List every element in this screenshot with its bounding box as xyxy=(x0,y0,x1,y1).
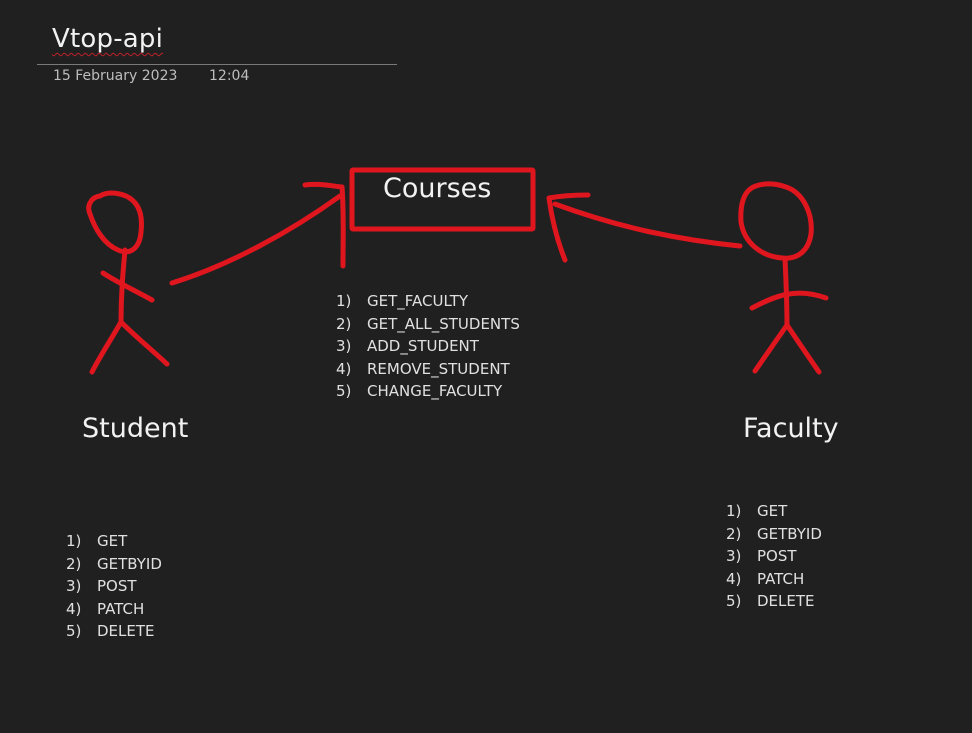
student-to-courses-arrow xyxy=(169,181,346,286)
list-item: 4) REMOVE_STUDENT xyxy=(336,359,510,378)
student-endpoint-list: 1) GET 2) GETBYID 3) POST 4) PATCH 5) DELETE xyxy=(66,530,162,643)
list-item: 4) PATCH xyxy=(66,599,145,618)
list-item: 1) GET_FACULTY xyxy=(336,292,469,310)
faculty-right-leg xyxy=(784,322,822,375)
student-label: Student xyxy=(82,413,189,444)
student-head xyxy=(86,190,144,255)
faculty-to-courses-arrow xyxy=(546,192,743,263)
student-arrow-shaft xyxy=(169,193,343,286)
student-stick-figure xyxy=(86,190,170,375)
student-left-leg xyxy=(89,319,124,375)
list-item: 4) PATCH xyxy=(726,569,805,588)
note-canvas[interactable]: Vtop-api 15 February 2023 12:04 Courses … xyxy=(0,0,972,733)
list-item: 3) ADD_STUDENT xyxy=(336,337,479,355)
faculty-endpoint-list: 1) GET 2) GETBYID 3) POST 4) PATCH 5) DELETE xyxy=(726,500,822,613)
faculty-head xyxy=(738,181,814,261)
faculty-label: Faculty xyxy=(743,413,839,444)
faculty-left-leg xyxy=(752,322,790,374)
list-item: 3) POST xyxy=(726,547,797,565)
courses-label: Courses xyxy=(383,173,492,204)
list-item: 5) CHANGE_FACULTY xyxy=(336,382,503,400)
list-item: 2) GETBYID xyxy=(66,554,162,573)
list-item: 5) DELETE xyxy=(726,592,815,610)
list-item: 5) DELETE xyxy=(66,622,155,640)
student-right-leg xyxy=(118,319,170,367)
list-item: 2) GET_ALL_STUDENTS xyxy=(336,314,520,333)
list-item: 1) GET xyxy=(66,532,128,550)
student-arms xyxy=(100,270,155,303)
list-item: 3) POST xyxy=(66,577,137,595)
list-item: 2) GETBYID xyxy=(726,524,822,543)
courses-endpoint-list: 1) GET_FACULTY 2) GET_ALL_STUDENTS 3) ADD_S… xyxy=(336,290,520,403)
list-item: 1) GET xyxy=(726,502,788,520)
faculty-arrow-shaft xyxy=(552,201,743,249)
faculty-stick-figure xyxy=(738,181,829,375)
